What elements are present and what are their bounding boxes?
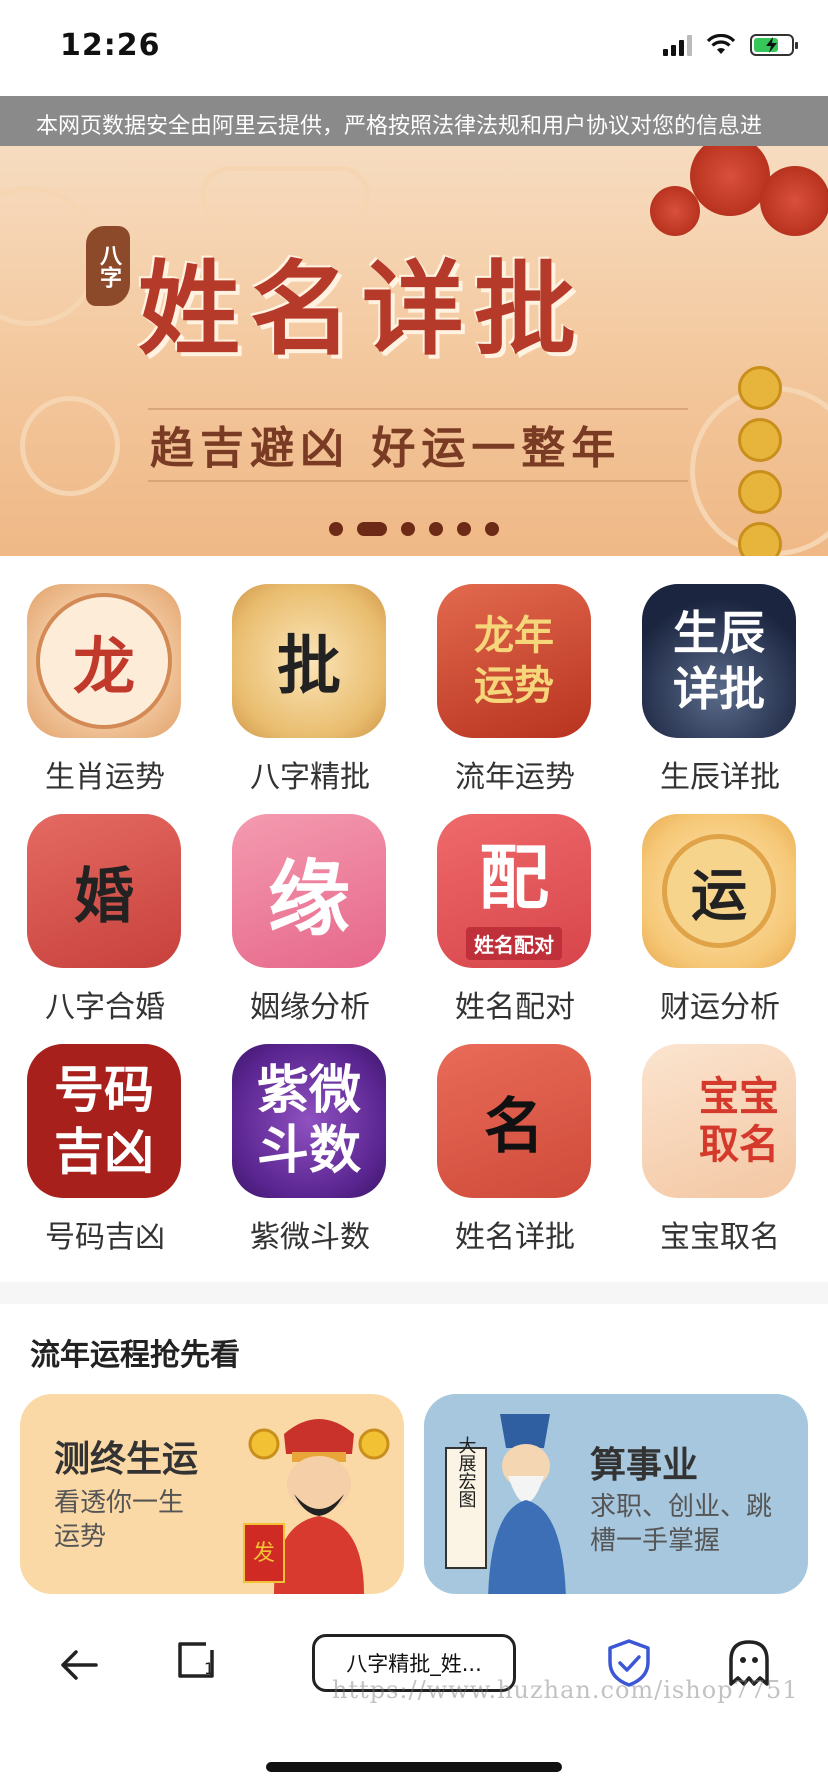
grid-item-label: 号码吉凶 bbox=[45, 1220, 165, 1255]
birth-chart-icon-text: 生辰详批 bbox=[673, 606, 765, 716]
wifi-icon bbox=[706, 34, 736, 54]
name-analysis-icon-text: 名 bbox=[484, 1091, 544, 1162]
banner-divider bbox=[148, 408, 688, 410]
zodiac-icon: 龙 bbox=[27, 584, 181, 738]
bazi-icon-text: 批 bbox=[277, 629, 341, 704]
baby-naming-icon-text: 宝宝取名 bbox=[699, 1073, 779, 1168]
card-description: 看透你一生运势 bbox=[54, 1488, 185, 1552]
wealth-icon-text: 运 bbox=[691, 862, 747, 929]
svg-text:1: 1 bbox=[204, 1659, 214, 1678]
grid-item-baby-naming[interactable]: 宝宝取名 宝宝取名 bbox=[615, 1040, 820, 1260]
grid-item-label: 财运分析 bbox=[660, 990, 780, 1025]
status-icons bbox=[663, 34, 798, 56]
carousel-dot[interactable] bbox=[329, 522, 343, 536]
banner-subtitle: 趋吉避凶 好运一整年 bbox=[150, 423, 622, 474]
carousel-dot[interactable] bbox=[401, 522, 415, 536]
romance-icon: 缘 bbox=[232, 814, 386, 968]
name-match-icon-subtext: 姓名配对 bbox=[466, 927, 562, 960]
grid-item-label: 姓名详批 bbox=[455, 1220, 575, 1255]
grid-item-wealth[interactable]: 运 财运分析 bbox=[615, 810, 820, 1030]
name-analysis-icon: 名 bbox=[437, 1044, 591, 1198]
marriage-icon: 婚 bbox=[27, 814, 181, 968]
wealth-icon: 运 bbox=[642, 814, 796, 968]
status-time: 12:26 bbox=[60, 28, 161, 63]
grid-item-name-analysis[interactable]: 名 姓名详批 bbox=[410, 1040, 615, 1260]
carousel-dot[interactable] bbox=[429, 522, 443, 536]
banner-divider bbox=[148, 480, 688, 482]
card-description: 求职、创业、跳槽一手掌握 bbox=[590, 1492, 773, 1556]
section-title: 流年运程抢先看 bbox=[30, 1338, 240, 1373]
grid-item-name-match[interactable]: 配 姓名配对 姓名配对 bbox=[410, 810, 615, 1030]
grid-item-label: 流年运势 bbox=[455, 760, 575, 795]
bazi-icon: 批 bbox=[232, 584, 386, 738]
grid-item-label: 姻缘分析 bbox=[250, 990, 370, 1025]
romance-icon-text: 缘 bbox=[267, 850, 350, 947]
banner-badge-text: 八字 bbox=[96, 244, 121, 288]
annual-fortune-icon-text: 龙年运势 bbox=[474, 612, 554, 709]
birth-chart-icon: 生辰详批 bbox=[642, 584, 796, 738]
section-divider bbox=[0, 1282, 828, 1304]
career-card[interactable]: 大展宏图 算事业 求职、创业、跳槽一手掌握 bbox=[424, 1394, 808, 1594]
ziwei-icon: 紫微斗数 bbox=[232, 1044, 386, 1198]
grid-item-label: 紫微斗数 bbox=[250, 1220, 370, 1255]
grid-item-label: 八字合婚 bbox=[45, 990, 165, 1025]
banner-title: 姓名详批 bbox=[138, 250, 586, 370]
number-luck-icon: 号码吉凶 bbox=[27, 1044, 181, 1198]
card-title: 测终生运 bbox=[54, 1439, 199, 1480]
back-arrow-icon[interactable] bbox=[56, 1642, 102, 1688]
grid-item-birth-chart[interactable]: 生辰详批 生辰详批 bbox=[615, 580, 820, 800]
carousel-dot-active[interactable] bbox=[357, 522, 387, 536]
grid-item-label: 八字精批 bbox=[250, 760, 370, 795]
grid-item-ziwei[interactable]: 紫微斗数 紫微斗数 bbox=[205, 1040, 410, 1260]
zodiac-icon-text: 龙 bbox=[72, 630, 135, 703]
tabs-icon[interactable]: 1 bbox=[176, 1640, 216, 1680]
baby-naming-icon: 宝宝取名 bbox=[642, 1044, 796, 1198]
cellular-signal-icon bbox=[663, 34, 692, 56]
card-title: 算事业 bbox=[590, 1445, 699, 1486]
watermark: https://www.huzhan.com/ishop7751 bbox=[332, 1676, 799, 1704]
status-bar: 12:26 bbox=[0, 0, 828, 96]
promo-banner[interactable]: 八字 姓名详批 趋吉避凶 好运一整年 bbox=[0, 146, 828, 556]
grid-item-zodiac[interactable]: 龙 生肖运势 bbox=[0, 580, 205, 800]
security-notice-bar: 本网页数据安全由阿里云提供，严格按照法律法规和用户协议对您的信息进 bbox=[0, 96, 828, 146]
grid-item-label: 宝宝取名 bbox=[660, 1220, 780, 1255]
battery-icon bbox=[750, 34, 798, 56]
security-notice-text: 本网页数据安全由阿里云提供，严格按照法律法规和用户协议对您的信息进 bbox=[36, 114, 763, 139]
carousel-dot[interactable] bbox=[485, 522, 499, 536]
banner-badge: 八字 bbox=[86, 226, 130, 306]
grid-item-label: 生肖运势 bbox=[45, 760, 165, 795]
figure-text: 发 bbox=[253, 1541, 275, 1566]
flower-decoration bbox=[690, 146, 770, 216]
grid-item-annual-fortune[interactable]: 龙年运势 流年运势 bbox=[410, 580, 615, 800]
ziwei-icon-text: 紫微斗数 bbox=[256, 1060, 361, 1181]
carousel-dot[interactable] bbox=[457, 522, 471, 536]
grid-item-bazi[interactable]: 批 八字精批 bbox=[205, 580, 410, 800]
marriage-icon-text: 婚 bbox=[74, 861, 134, 932]
annual-fortune-icon: 龙年运势 bbox=[437, 584, 591, 738]
lifetime-fortune-card[interactable]: 测终生运 看透你一生运势 发 bbox=[20, 1394, 404, 1594]
grid-item-label: 生辰详批 bbox=[660, 760, 780, 795]
wealth-god-illustration: 发 bbox=[243, 1419, 390, 1594]
number-luck-icon-text: 号码吉凶 bbox=[54, 1060, 154, 1181]
carousel-indicator[interactable] bbox=[0, 522, 828, 536]
grid-item-marriage[interactable]: 婚 八字合婚 bbox=[0, 810, 205, 1030]
grid-item-romance[interactable]: 缘 姻缘分析 bbox=[205, 810, 410, 1030]
name-match-icon: 配 姓名配对 bbox=[437, 814, 591, 968]
sage-illustration: 大展宏图 bbox=[445, 1414, 566, 1594]
name-match-icon-text: 配 bbox=[479, 836, 549, 919]
grid-item-label: 姓名配对 bbox=[455, 990, 575, 1025]
grid-item-number-luck[interactable]: 号码吉凶 号码吉凶 bbox=[0, 1040, 205, 1260]
scroll-text: 大展宏图 bbox=[456, 1436, 477, 1508]
home-indicator[interactable] bbox=[266, 1762, 562, 1772]
